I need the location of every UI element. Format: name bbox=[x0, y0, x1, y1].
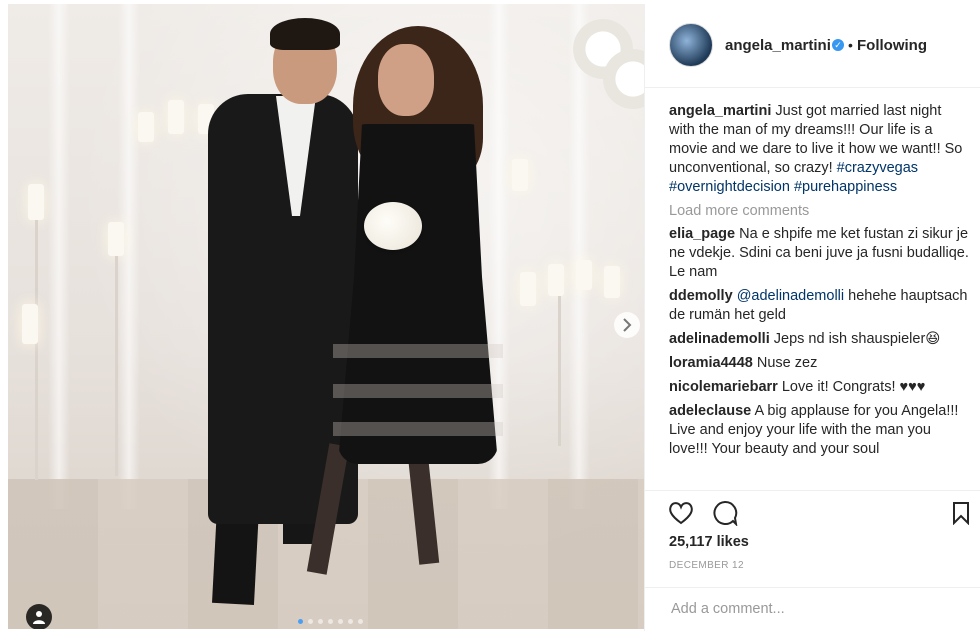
carousel-indicator bbox=[298, 619, 363, 624]
post-sidebar: angela_martini ✓ • Following angela_mart… bbox=[644, 4, 980, 631]
comment-item: loramia4448 Nuse zez bbox=[669, 354, 969, 373]
avatar[interactable] bbox=[669, 23, 713, 67]
carousel-dot bbox=[348, 619, 353, 624]
dress-stripe bbox=[333, 384, 503, 398]
candle bbox=[520, 272, 536, 306]
candle bbox=[168, 100, 184, 134]
comment-text: Love it! Congrats! ♥♥♥ bbox=[781, 379, 926, 395]
carousel-dot bbox=[318, 619, 323, 624]
woman-dress bbox=[338, 124, 498, 464]
bouquet bbox=[364, 202, 422, 250]
comment-username[interactable]: ddemolly bbox=[669, 288, 733, 304]
dress-stripe bbox=[333, 422, 503, 436]
carousel-dot bbox=[308, 619, 313, 624]
candle bbox=[548, 264, 564, 296]
comment-item: adeleclause A big applause for you Angel… bbox=[669, 402, 969, 459]
comment-item: nicolemariebarr Love it! Congrats! ♥♥♥ bbox=[669, 378, 969, 397]
user-tag-icon[interactable] bbox=[26, 604, 52, 629]
comment-text: Nuse zez bbox=[756, 355, 818, 371]
comment-item: adelinademolli Jeps nd ish shauspieler😆 bbox=[669, 330, 969, 349]
caption-username[interactable]: angela_martini bbox=[669, 103, 771, 119]
load-more-comments-link[interactable]: Load more comments bbox=[669, 202, 969, 221]
add-comment-input[interactable] bbox=[669, 600, 953, 618]
candle bbox=[138, 112, 154, 142]
hashtag-link[interactable]: #overnightdecision bbox=[669, 179, 790, 195]
man-hair bbox=[270, 18, 340, 50]
hashtag-link[interactable]: #crazyvegas bbox=[837, 160, 918, 176]
post-date: DECEMBER 12 bbox=[669, 560, 744, 571]
following-button[interactable]: Following bbox=[857, 37, 927, 54]
mention-link[interactable]: @adelinademolli bbox=[737, 288, 844, 304]
carousel-dot bbox=[338, 619, 343, 624]
heart-icon[interactable] bbox=[667, 499, 695, 527]
candle bbox=[512, 159, 528, 191]
comment-icon[interactable] bbox=[711, 499, 739, 527]
comments-list[interactable]: angela_martini Just got married last nig… bbox=[669, 102, 969, 487]
comment-username[interactable]: adelinademolli bbox=[669, 331, 770, 347]
separator: • bbox=[848, 37, 853, 53]
hashtag-link[interactable]: #purehappiness bbox=[794, 179, 897, 195]
curtain-fold bbox=[118, 4, 140, 509]
post-author-username[interactable]: angela_martini bbox=[725, 37, 831, 54]
likes-count[interactable]: 25,117 likes bbox=[669, 534, 749, 550]
candle bbox=[108, 222, 124, 256]
comment-username[interactable]: loramia4448 bbox=[669, 355, 753, 371]
curtain-fold bbox=[48, 4, 70, 509]
carousel-dot bbox=[298, 619, 303, 624]
post-actions-bar bbox=[645, 490, 980, 535]
bookmark-icon[interactable] bbox=[947, 499, 975, 527]
candle bbox=[576, 260, 592, 290]
instagram-post-window: angela_martini ✓ • Following angela_mart… bbox=[0, 0, 980, 631]
candle-stand bbox=[558, 296, 561, 446]
comment-username[interactable]: nicolemariebarr bbox=[669, 379, 778, 395]
post-header: angela_martini ✓ • Following bbox=[645, 4, 980, 88]
comment-item: elia_page Na e shpife me ket fustan zi s… bbox=[669, 225, 969, 282]
comment-item: ddemolly @adelinademolli hehehe hauptsac… bbox=[669, 287, 969, 325]
candle bbox=[28, 184, 44, 220]
candle-stand bbox=[35, 220, 38, 480]
woman-face bbox=[378, 44, 434, 116]
chevron-right-icon[interactable] bbox=[614, 312, 640, 338]
carousel-dot bbox=[358, 619, 363, 624]
carousel-dot bbox=[328, 619, 333, 624]
verified-badge-icon: ✓ bbox=[832, 39, 844, 51]
post-photo[interactable] bbox=[8, 4, 644, 629]
candle bbox=[22, 304, 38, 344]
comment-text: Jeps nd ish shauspieler😆 bbox=[773, 331, 941, 347]
add-comment-section bbox=[645, 587, 980, 632]
caption: angela_martini Just got married last nig… bbox=[669, 102, 969, 197]
dress-stripe bbox=[333, 344, 503, 358]
candle-stand bbox=[115, 256, 118, 476]
comment-username[interactable]: adeleclause bbox=[669, 403, 751, 419]
comment-username[interactable]: elia_page bbox=[669, 226, 735, 242]
candle bbox=[604, 266, 620, 298]
